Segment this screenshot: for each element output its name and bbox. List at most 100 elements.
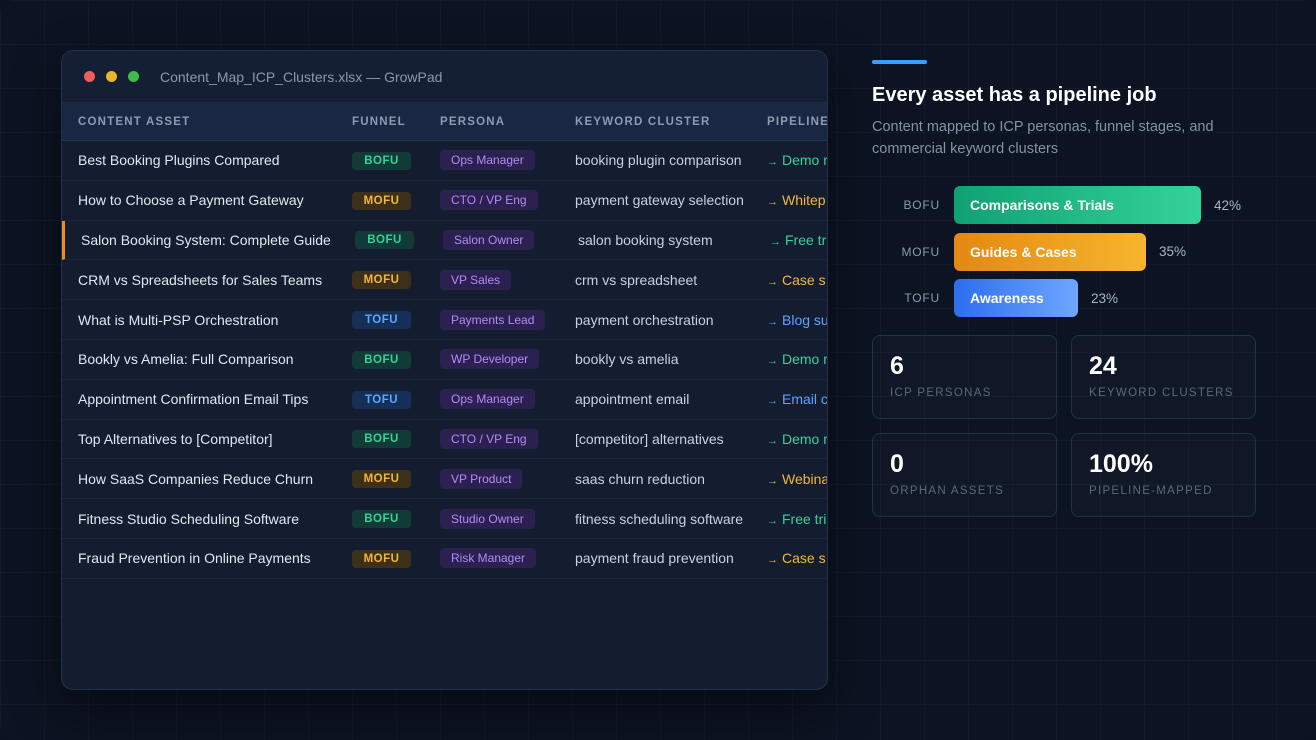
cell-keyword-cluster: bookly vs amelia — [575, 351, 679, 368]
funnel-bar-label: Awareness — [970, 290, 1044, 306]
column-header-keyword-cluster[interactable]: KEYWORD CLUSTER — [575, 116, 711, 128]
cell-funnel: BOFU — [352, 151, 411, 170]
persona-tag: CTO / VP Eng — [440, 428, 538, 449]
cell-content-asset: How to Choose a Payment Gateway — [78, 192, 304, 209]
minimize-window-button[interactable] — [106, 71, 117, 82]
cell-persona: VP Product — [440, 468, 523, 489]
table-header: CONTENT ASSET FUNNEL PERSONA KEYWORD CLU… — [62, 103, 827, 141]
table-row[interactable]: How SaaS Companies Reduce Churn MOFU VP Pr… — [62, 459, 827, 500]
maximize-window-button[interactable] — [128, 71, 139, 82]
arrow-right-icon: → — [767, 156, 778, 169]
cell-pipeline: → Free tri — [767, 511, 826, 527]
funnel-badge: BOFU — [352, 350, 411, 369]
table-row[interactable]: How to Choose a Payment Gateway MOFU CTO /… — [62, 181, 827, 221]
persona-tag: Salon Owner — [443, 229, 535, 250]
persona-tag: Risk Manager — [440, 548, 537, 569]
funnel-bar-stage: MOFU — [901, 244, 940, 259]
cell-content-asset: Appointment Confirmation Email Tips — [78, 391, 309, 408]
cell-content-asset: How SaaS Companies Reduce Churn — [78, 470, 314, 487]
funnel-bar-label: Comparisons & Trials — [970, 197, 1114, 213]
cell-keyword-cluster: payment fraud prevention — [575, 550, 734, 567]
arrow-right-icon: → — [767, 196, 778, 209]
cell-pipeline: → Demo r — [767, 431, 827, 447]
stat-value: 24 — [1089, 352, 1117, 380]
close-window-button[interactable] — [84, 71, 95, 82]
cell-persona: CTO / VP Eng — [440, 428, 538, 449]
arrow-right-icon: → — [767, 434, 778, 447]
panel-heading: Every asset has a pipeline job — [872, 84, 1157, 106]
table-row[interactable]: Fraud Prevention in Online Payments MOFU R… — [62, 539, 827, 579]
cell-content-asset: Fitness Studio Scheduling Software — [78, 510, 300, 527]
panel-subtitle: Content mapped to ICP personas, funnel s… — [872, 119, 1214, 157]
funnel-badge: BOFU — [355, 231, 414, 250]
cell-funnel: MOFU — [352, 549, 411, 568]
cell-persona: Ops Manager — [440, 150, 535, 171]
funnel-badge: MOFU — [352, 470, 411, 489]
canvas: Content_Map_ICP_Clusters.xlsx — GrowPad … — [0, 0, 1316, 740]
persona-tag: CTO / VP Eng — [440, 190, 538, 211]
funnel-bar-row-bofu: BOFU Comparisons & Trials 42% — [872, 186, 1262, 224]
funnel-distribution: BOFU Comparisons & Trials 42% MOFU Guide… — [872, 186, 1262, 317]
cell-funnel: MOFU — [352, 270, 411, 290]
table-row[interactable]: CRM vs Spreadsheets for Sales Teams MOFU V… — [62, 260, 827, 301]
arrow-right-icon: → — [767, 395, 778, 408]
pipeline-label: Free tri — [785, 231, 828, 248]
persona-tag: VP Product — [440, 468, 523, 489]
cell-content-asset: Fraud Prevention in Online Payments — [78, 550, 311, 567]
pipeline-label: Whitep — [782, 192, 826, 209]
table-body: Best Booking Plugins Compared BOFU Ops Man… — [62, 141, 827, 579]
funnel-bar-mofu: Guides & Cases — [954, 232, 1146, 271]
cell-pipeline: → Blog su — [767, 311, 828, 328]
cell-persona: Ops Manager — [440, 389, 535, 410]
funnel-bar-tofu: Awareness — [954, 279, 1078, 317]
cell-keyword-cluster: booking plugin comparison — [575, 152, 742, 169]
table-row[interactable]: Salon Booking System: Complete Guide BOFU… — [62, 220, 828, 261]
arrow-right-icon: → — [767, 355, 778, 368]
table-row[interactable]: Fitness Studio Scheduling Software BOFU St… — [62, 499, 827, 539]
column-header-funnel[interactable]: FUNNEL — [352, 116, 406, 128]
funnel-bar-stage: TOFU — [904, 291, 940, 305]
accent-line — [872, 60, 927, 64]
table-row[interactable]: What is Multi-PSP Orchestration TOFU Payme… — [62, 300, 827, 340]
funnel-badge: MOFU — [352, 549, 411, 568]
column-header-persona[interactable]: PERSONA — [440, 116, 505, 128]
funnel-bar-stage: BOFU — [903, 198, 940, 212]
cell-pipeline: → Demo r — [767, 152, 828, 169]
cell-funnel: MOFU — [352, 191, 411, 210]
pipeline-label: Free tri — [782, 510, 827, 527]
arrow-right-icon: → — [767, 554, 778, 567]
funnel-badge: MOFU — [352, 191, 411, 210]
cell-content-asset: Bookly vs Amelia: Full Comparison — [78, 351, 294, 368]
table-row[interactable]: Appointment Confirmation Email Tips TOFU O… — [62, 380, 827, 420]
pipeline-label: Demo r — [782, 152, 828, 169]
arrow-right-icon: → — [767, 315, 778, 328]
stat-value: 0 — [890, 450, 904, 478]
column-header-content-asset[interactable]: CONTENT ASSET — [78, 116, 190, 128]
table-row[interactable]: Best Booking Plugins Compared BOFU Ops Man… — [62, 141, 827, 181]
window-titlebar: Content_Map_ICP_Clusters.xlsx — GrowPad — [62, 51, 827, 103]
table-row[interactable]: Top Alternatives to [Competitor] BOFU CTO … — [62, 420, 827, 460]
pipeline-label: Blog su — [782, 311, 828, 328]
cell-keyword-cluster: crm vs spreadsheet — [575, 271, 698, 288]
funnel-badge: MOFU — [352, 271, 411, 290]
cell-keyword-cluster: payment orchestration — [575, 311, 714, 328]
persona-tag: Ops Manager — [440, 389, 535, 410]
cell-pipeline: → Email c — [767, 391, 827, 408]
cell-content-asset: Salon Booking System: Complete Guide — [81, 231, 331, 248]
persona-tag: WP Developer — [440, 349, 540, 370]
table-row[interactable]: Bookly vs Amelia: Full Comparison BOFU WP … — [62, 340, 827, 380]
funnel-bar-percent: 35% — [1159, 244, 1187, 259]
stat-label: ICP PERSONAS — [890, 387, 992, 399]
stats-grid: 6 ICP PERSONAS 24 KEYWORD CLUSTERS 0 ORP… — [872, 335, 1262, 517]
cell-funnel: BOFU — [352, 350, 411, 369]
stat-label: KEYWORD CLUSTERS — [1089, 387, 1234, 399]
stat-label: ORPHAN ASSETS — [890, 485, 1005, 497]
cell-content-asset: What is Multi-PSP Orchestration — [78, 311, 279, 328]
funnel-badge: BOFU — [352, 151, 411, 170]
column-header-pipeline[interactable]: PIPELINE — [767, 116, 827, 128]
arrow-right-icon: → — [767, 474, 778, 487]
cell-keyword-cluster: fitness scheduling software — [575, 510, 744, 527]
cell-keyword-cluster: payment gateway selection — [575, 192, 744, 209]
funnel-bar-row-tofu: TOFU Awareness 23% — [872, 279, 1262, 317]
cell-pipeline: → Webina — [767, 471, 827, 487]
